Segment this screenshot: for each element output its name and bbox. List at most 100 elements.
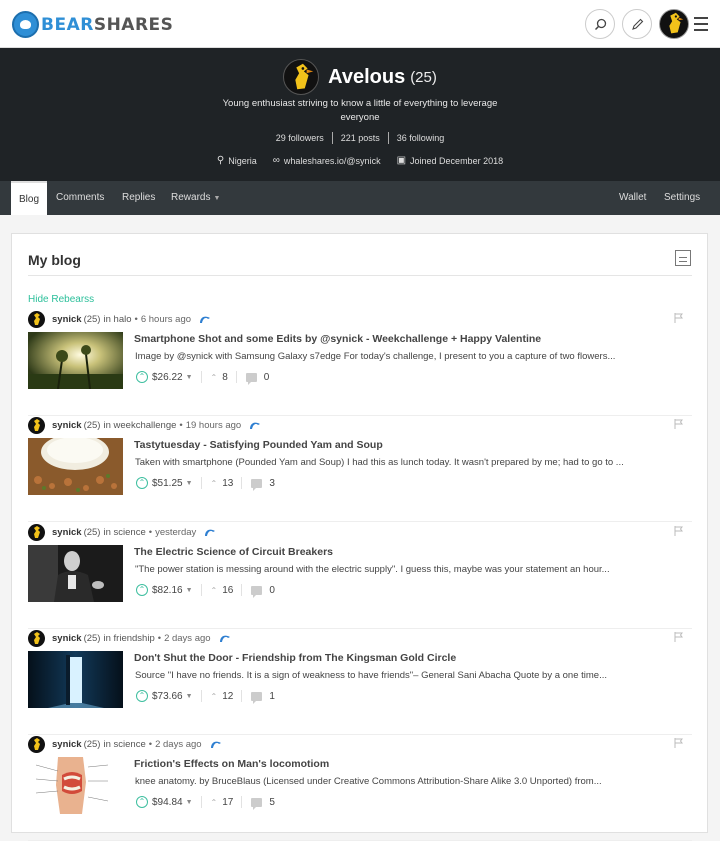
duck-avatar-icon	[34, 312, 40, 325]
profile-location: Nigeria	[228, 155, 257, 166]
post-excerpt[interactable]: Taken with smartphone (Pounded Yam and S…	[135, 457, 687, 468]
upvote-icon[interactable]: ⌃	[136, 690, 148, 702]
flag-icon[interactable]	[674, 738, 683, 748]
post-title-link[interactable]: Smartphone Shot and some Edits by @synic…	[134, 333, 690, 345]
post-title-link[interactable]: Don't Shut the Door - Friendship from Th…	[134, 652, 690, 664]
post-excerpt[interactable]: Source "I have no friends. It is a sign …	[135, 670, 687, 681]
upvote-icon[interactable]: ⌃	[136, 584, 148, 596]
payout-value[interactable]: $73.66	[152, 691, 183, 702]
category-link[interactable]: weekchallenge	[114, 420, 177, 431]
duck-avatar-icon	[34, 418, 40, 431]
comment-icon	[251, 691, 263, 704]
author-link[interactable]: synick	[52, 420, 82, 431]
flag-icon[interactable]	[674, 526, 683, 536]
post-thumbnail[interactable]	[28, 438, 123, 495]
votes-count[interactable]: 17	[222, 797, 233, 808]
post-thumbnail[interactable]	[28, 332, 123, 389]
post-title-link[interactable]: Friction's Effects on Man's locomotiom	[134, 758, 690, 770]
layout-toggle-icon[interactable]	[675, 250, 691, 266]
post-item: synick (25) in halo • 6 hours ago Smartp…	[28, 310, 692, 416]
category-link[interactable]: halo	[114, 314, 132, 325]
chevron-down-icon[interactable]: ▼	[186, 587, 193, 594]
payout-value[interactable]: $94.84	[152, 797, 183, 808]
flag-icon[interactable]	[674, 632, 683, 642]
page-title: My blog	[28, 252, 81, 268]
profile-reputation: (25)	[410, 68, 437, 86]
flag-icon[interactable]	[674, 419, 683, 429]
chevron-down-icon[interactable]: ▼	[186, 374, 193, 381]
category-link[interactable]: science	[114, 739, 146, 750]
bearshares-logo[interactable]: BEARSHARES	[12, 11, 173, 38]
chevron-down-icon[interactable]: ▼	[186, 799, 193, 806]
duck-avatar-icon	[295, 63, 314, 90]
payout-value[interactable]: $82.16	[152, 585, 183, 596]
tab-rewards-label: Rewards	[171, 192, 211, 203]
post-time[interactable]: 6 hours ago	[141, 314, 191, 325]
tab-wallet[interactable]: Wallet	[611, 181, 654, 215]
search-button[interactable]	[585, 9, 615, 39]
post-title-link[interactable]: The Electric Science of Circuit Breakers	[134, 546, 690, 558]
upvote-icon[interactable]: ⌃	[136, 371, 148, 383]
post-time[interactable]: 19 hours ago	[186, 420, 241, 431]
post-time[interactable]: 2 days ago	[164, 633, 210, 644]
tab-blog[interactable]: Blog	[11, 181, 48, 215]
hamburger-menu-icon[interactable]	[694, 17, 708, 35]
post-thumbnail[interactable]	[28, 757, 123, 814]
author-link[interactable]: synick	[52, 527, 82, 538]
category-link[interactable]: friendship	[114, 633, 155, 644]
votes-count[interactable]: 8	[222, 372, 228, 383]
following-link[interactable]: 36 following	[389, 132, 453, 144]
comments-count[interactable]: 5	[269, 797, 275, 808]
comments-count[interactable]: 0	[269, 585, 275, 596]
tab-settings[interactable]: Settings	[656, 181, 708, 215]
post-time[interactable]: 2 days ago	[155, 739, 201, 750]
tab-replies[interactable]: Replies	[114, 181, 163, 215]
duck-avatar-icon	[34, 525, 40, 538]
author-link[interactable]: synick	[52, 739, 82, 750]
payout-value[interactable]: $26.22	[152, 372, 183, 383]
votes-icon: ⌃	[210, 478, 218, 488]
tab-rewards[interactable]: Rewards ▼	[163, 181, 228, 215]
author-avatar[interactable]	[28, 416, 45, 434]
author-reputation: (25)	[83, 738, 101, 750]
comments-count[interactable]: 3	[269, 478, 275, 489]
post-excerpt[interactable]: Image by @synick with Samsung Galaxy s7e…	[135, 351, 687, 362]
comments-count[interactable]: 0	[264, 372, 270, 383]
post-title-link[interactable]: Tastytuesday - Satisfying Pounded Yam an…	[134, 439, 690, 451]
author-avatar[interactable]	[28, 629, 45, 647]
post-thumbnail[interactable]	[28, 651, 123, 708]
tab-comments[interactable]: Comments	[48, 181, 112, 215]
profile-meta: ⚲ Nigeria ∞ whaleshares.io/@synick ▣ Joined…	[0, 155, 720, 166]
upvote-icon[interactable]: ⌃	[136, 477, 148, 489]
flag-icon[interactable]	[674, 313, 683, 323]
author-link[interactable]: synick	[52, 633, 82, 644]
post-excerpt[interactable]: knee anatomy. by BruceBlaus (Licensed un…	[135, 776, 687, 787]
post-thumbnail[interactable]	[28, 545, 123, 602]
category-link[interactable]: science	[114, 527, 146, 538]
comment-icon	[245, 372, 257, 385]
comments-count[interactable]: 1	[269, 691, 275, 702]
chevron-down-icon[interactable]: ▼	[186, 480, 193, 487]
author-avatar[interactable]	[28, 735, 45, 753]
votes-count[interactable]: 16	[222, 585, 233, 596]
profile-website-link[interactable]: whaleshares.io/@synick	[284, 156, 381, 166]
author-avatar[interactable]	[28, 310, 45, 328]
pencil-icon	[631, 18, 643, 30]
votes-count[interactable]: 13	[222, 478, 233, 489]
in-label: in	[103, 526, 111, 538]
followers-link[interactable]: 29 followers	[268, 132, 333, 144]
author-link[interactable]: synick	[52, 314, 82, 325]
hide-rebearss-link[interactable]: Hide Rebearss	[28, 294, 94, 305]
chevron-down-icon[interactable]: ▼	[186, 693, 193, 700]
post-excerpt[interactable]: "The power station is messing around wit…	[135, 564, 687, 575]
compose-button[interactable]	[622, 9, 652, 39]
profile-name: Avelous	[328, 65, 406, 88]
upvote-icon[interactable]: ⌃	[136, 796, 148, 808]
votes-count[interactable]: 12	[222, 691, 233, 702]
user-avatar[interactable]	[659, 9, 689, 39]
calendar-icon: ▣	[396, 155, 407, 166]
payout-value[interactable]: $51.25	[152, 478, 183, 489]
chevron-down-icon: ▼	[213, 195, 221, 202]
author-avatar[interactable]	[28, 523, 45, 541]
post-time[interactable]: yesterday	[155, 527, 196, 538]
